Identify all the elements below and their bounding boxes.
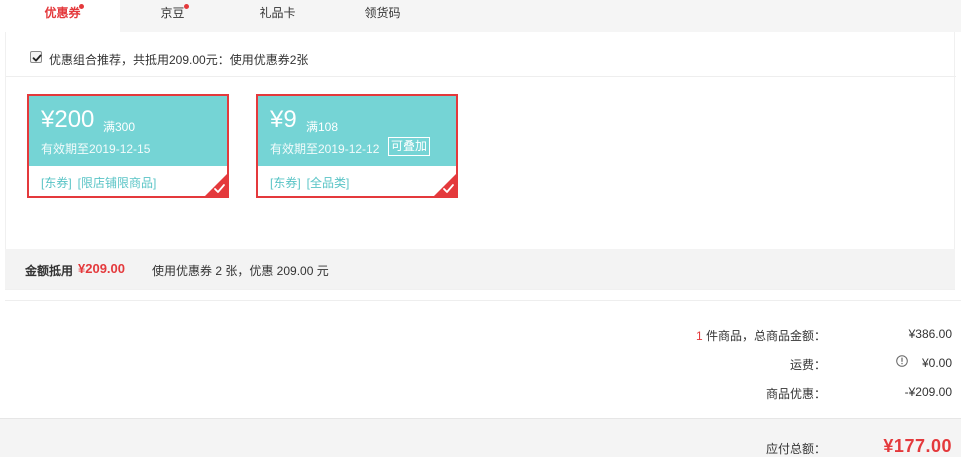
tab-redeem-code-label: 领货码 [364,6,401,20]
tab-gift-card-label: 礼品卡 [259,6,296,20]
combo-recommend-row: 优惠组合推荐，共抵用209.00元：使用优惠券2张 [6,32,956,77]
coupon-expiry: 有效期至2019-12-12 [270,142,380,156]
notification-dot [79,4,84,9]
coupon-header: ¥9 满108 有效期至2019-12-12 可叠加 [258,96,456,166]
goods-total-value: ¥386.00 [908,327,952,341]
shipping-value: ¥0.00 [921,356,952,370]
coupon-card[interactable]: ¥9 满108 有效期至2019-12-12 可叠加 [东券] [全品类] [256,94,458,198]
coupon-tags: [东券] [限店铺限商品] [41,174,162,191]
tab-jingdou[interactable]: 京豆 [120,0,225,32]
payable-total-bar: 应付总额： ¥177.00 [0,418,961,457]
coupon-amount: ¥200 [41,106,95,133]
notification-dot [184,4,189,9]
tab-coupons[interactable]: 优惠券 [5,0,120,32]
coupon-threshold: 满108 [306,120,339,134]
payment-tabs: 优惠券 京豆 礼品卡 领货码 [5,0,961,32]
tab-redeem-code[interactable]: 领货码 [330,0,435,32]
corner-check-icon [434,174,456,196]
stackable-badge: 可叠加 [388,137,431,156]
item-count-suffix: 件商品，总商品金额： [702,329,826,343]
coupon-amount: ¥9 [270,106,297,133]
item-count: 1 [695,329,703,343]
coupon-expiry: 有效期至2019-12-15 [41,142,151,156]
section-divider [5,300,961,301]
coupon-threshold: 满300 [103,120,136,134]
coupon-footer: [东券] [全品类] [258,166,456,196]
checkmark-icon [32,54,42,62]
combo-recommend-text: 优惠组合推荐，共抵用209.00元：使用优惠券2张 [49,53,309,67]
tab-coupons-label: 优惠券 [44,6,81,20]
discount-summary-bar: 金额抵用 ¥209.00 使用优惠券 2 张，优惠 209.00 元 [5,249,955,289]
coupon-tag: [限店铺限商品] [77,176,157,190]
coupon-card[interactable]: ¥200 满300 有效期至2019-12-15 [东券] [限店铺限商品] [27,94,229,198]
coupon-tag: [东券] [41,176,72,190]
corner-check-icon [205,174,227,196]
discount-summary-label: 金额抵用 [25,264,74,278]
discount-summary-description: 使用优惠券 2 张，优惠 209.00 元 [152,264,329,278]
info-circle-icon[interactable] [896,355,908,367]
tab-gift-card[interactable]: 礼品卡 [225,0,330,32]
coupon-header: ¥200 满300 有效期至2019-12-15 [29,96,227,166]
combo-recommend-checkbox[interactable] [30,51,42,63]
coupon-tags: [东券] [全品类] [270,174,355,191]
goods-total-label: 1 件商品，总商品金额： [696,327,826,344]
shipping-label: 运费： [789,358,826,372]
discount-value: -¥209.00 [904,385,952,399]
payable-total-label: 应付总额： [765,442,826,456]
coupon-tag: [东券] [270,176,301,190]
discount-summary-amount: ¥209.00 [78,261,125,276]
discount-label: 商品优惠： [765,387,826,401]
tab-jingdou-label: 京豆 [160,6,185,20]
payable-total-value: ¥177.00 [883,436,952,456]
coupon-tag: [全品类] [306,176,350,190]
coupon-footer: [东券] [限店铺限商品] [29,166,227,196]
